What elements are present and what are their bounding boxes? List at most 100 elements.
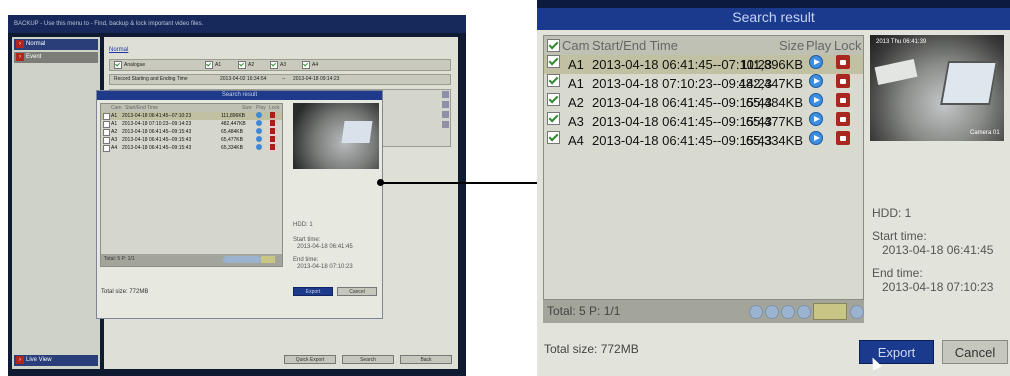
cell-cam: A1 <box>568 76 584 91</box>
chevron-right-icon: › <box>16 40 24 48</box>
table-row[interactable]: A4 2013-04-18 06:41:45--09:15:43 65,334KB <box>544 131 863 150</box>
sidebar-item-live-view[interactable]: › Live View <box>14 355 98 366</box>
play-icon[interactable] <box>256 128 262 134</box>
lock-icon[interactable] <box>270 144 275 150</box>
start-time-label: Start time: <box>293 237 321 243</box>
end-time-value: 2013-04-18 07:10:23 <box>882 280 994 294</box>
play-icon[interactable] <box>256 144 262 150</box>
lock-icon[interactable] <box>270 120 275 126</box>
cell-cam: A2 <box>111 129 118 135</box>
dropdown-arrow-icon[interactable] <box>442 91 449 98</box>
table-row[interactable]: A2 2013-04-18 06:41:45--09:15:43 65,484KB <box>101 128 282 136</box>
row-checkbox[interactable] <box>103 137 110 144</box>
chevron-right-icon: › <box>16 356 24 364</box>
table-row[interactable]: A3 2013-04-18 06:41:45--09:15:43 65,477KB <box>544 112 863 131</box>
cell-cam: A2 <box>568 95 584 110</box>
row-checkbox[interactable] <box>547 112 560 125</box>
row-checkbox[interactable] <box>103 129 110 136</box>
row-checkbox[interactable] <box>547 74 560 87</box>
row-checkbox[interactable] <box>103 113 110 120</box>
export-button[interactable]: Export <box>293 287 333 296</box>
header-size: Size <box>779 38 805 53</box>
next-page-icon[interactable] <box>781 305 795 319</box>
table-row[interactable]: A1 2013-04-18 07:10:23--09:14:23 482,447KB <box>544 74 863 93</box>
lock-icon[interactable] <box>836 74 850 88</box>
section-link-normal[interactable]: Normal <box>109 47 128 53</box>
dialog-title-edge <box>537 0 1010 8</box>
cell-cam: A4 <box>111 145 118 151</box>
cell-size: 65,477KB <box>745 114 803 129</box>
table-row[interactable]: A2 2013-04-18 06:41:45--09:15:43 65,484KB <box>544 93 863 112</box>
analogue-checkbox[interactable] <box>114 60 122 69</box>
cam-checkbox-a4[interactable]: A4 <box>302 60 318 70</box>
end-time-value: 2013-04-18 07:10:23 <box>297 264 353 270</box>
cancel-button[interactable]: Cancel <box>942 340 1008 364</box>
record-separator: -- <box>282 76 286 82</box>
row-checkbox[interactable] <box>547 55 560 68</box>
search-button[interactable]: Search <box>342 355 394 364</box>
dropdown-arrow-icon[interactable] <box>442 121 449 128</box>
search-result-dialog: Search result Cam Start/End Time Size Pl… <box>537 0 1010 376</box>
lock-icon[interactable] <box>836 112 850 126</box>
page-input[interactable] <box>813 303 847 320</box>
row-checkbox[interactable] <box>103 121 110 128</box>
cell-size: 111,896KB <box>740 57 803 72</box>
table-row[interactable]: A4 2013-04-18 06:41:45--09:15:43 65,334KB <box>101 144 282 152</box>
table-footer: Total: 5 P: 1/1 <box>101 254 282 266</box>
cell-time: 2013-04-18 06:41:45--09:15:43 <box>122 129 192 135</box>
play-icon[interactable] <box>809 74 823 88</box>
cam-checkbox-a2[interactable]: A2 <box>238 60 254 70</box>
page-input[interactable] <box>261 256 275 263</box>
cell-cam: A1 <box>111 113 118 119</box>
row-checkbox[interactable] <box>103 145 110 152</box>
play-icon[interactable] <box>809 131 823 145</box>
row-checkbox[interactable] <box>547 93 560 106</box>
play-icon[interactable] <box>809 55 823 69</box>
record-start-value: 2013-04-02 16:34:54 <box>220 76 267 82</box>
lock-icon[interactable] <box>836 131 850 145</box>
row-checkbox[interactable] <box>547 131 560 144</box>
cell-cam: A3 <box>568 114 584 129</box>
cell-cam: A1 <box>111 121 118 127</box>
lock-icon[interactable] <box>836 55 850 69</box>
cam-checkbox-a1[interactable]: A1 <box>205 60 221 70</box>
lock-icon[interactable] <box>836 93 850 107</box>
cam-checkbox-a3[interactable]: A3 <box>270 60 286 70</box>
pagination-controls[interactable] <box>223 256 261 263</box>
cell-cam: A3 <box>111 137 118 143</box>
total-count: Total: 5 P: 1/1 <box>104 256 135 262</box>
table-row[interactable]: A1 2013-04-18 06:41:45--07:10:23 111,896KB <box>101 112 282 120</box>
cell-size: 65,334KB <box>221 145 243 151</box>
play-icon[interactable] <box>809 112 823 126</box>
dvr-backup-screen: BACKUP - Use this menu to - Find, backup… <box>8 15 466 376</box>
first-page-icon[interactable] <box>749 305 763 319</box>
dropdown-arrow-icon[interactable] <box>442 111 449 118</box>
prev-page-icon[interactable] <box>765 305 779 319</box>
camera-select-row: Analogue A1 A2 A3 A4 <box>109 59 451 71</box>
table-row[interactable]: A1 2013-04-18 06:41:45--07:10:23 111,896KB <box>544 55 863 74</box>
play-icon[interactable] <box>256 136 262 142</box>
go-page-icon[interactable] <box>850 305 864 319</box>
sidebar-item-event[interactable]: › Event <box>14 52 98 63</box>
quick-export-button[interactable]: Quick Export <box>284 355 336 364</box>
dropdown-arrow-icon[interactable] <box>442 101 449 108</box>
record-time-row: Record Starting and Ending Time 2013-04-… <box>109 74 451 85</box>
cell-size: 65,484KB <box>745 95 803 110</box>
last-page-icon[interactable] <box>797 305 811 319</box>
sidebar-item-label: Live View <box>26 357 52 363</box>
cancel-button[interactable]: Cancel <box>337 287 377 296</box>
table-row[interactable]: A1 2013-04-18 07:10:23--09:14:23 482,447KB <box>101 120 282 128</box>
start-time-label: Start time: <box>872 229 927 243</box>
cell-time: 2013-04-18 06:41:45--09:15:43 <box>122 137 192 143</box>
play-icon[interactable] <box>256 112 262 118</box>
back-button[interactable]: Back <box>400 355 452 364</box>
play-icon[interactable] <box>809 93 823 107</box>
overlay-camera-name: Camera 01 <box>970 130 1000 136</box>
sidebar-item-normal[interactable]: › Normal <box>14 39 98 50</box>
lock-icon[interactable] <box>270 136 275 142</box>
lock-icon[interactable] <box>270 112 275 118</box>
play-icon[interactable] <box>256 120 262 126</box>
table-row[interactable]: A3 2013-04-18 06:41:45--09:15:43 65,477KB <box>101 136 282 144</box>
select-all-checkbox[interactable] <box>547 39 560 52</box>
lock-icon[interactable] <box>270 128 275 134</box>
